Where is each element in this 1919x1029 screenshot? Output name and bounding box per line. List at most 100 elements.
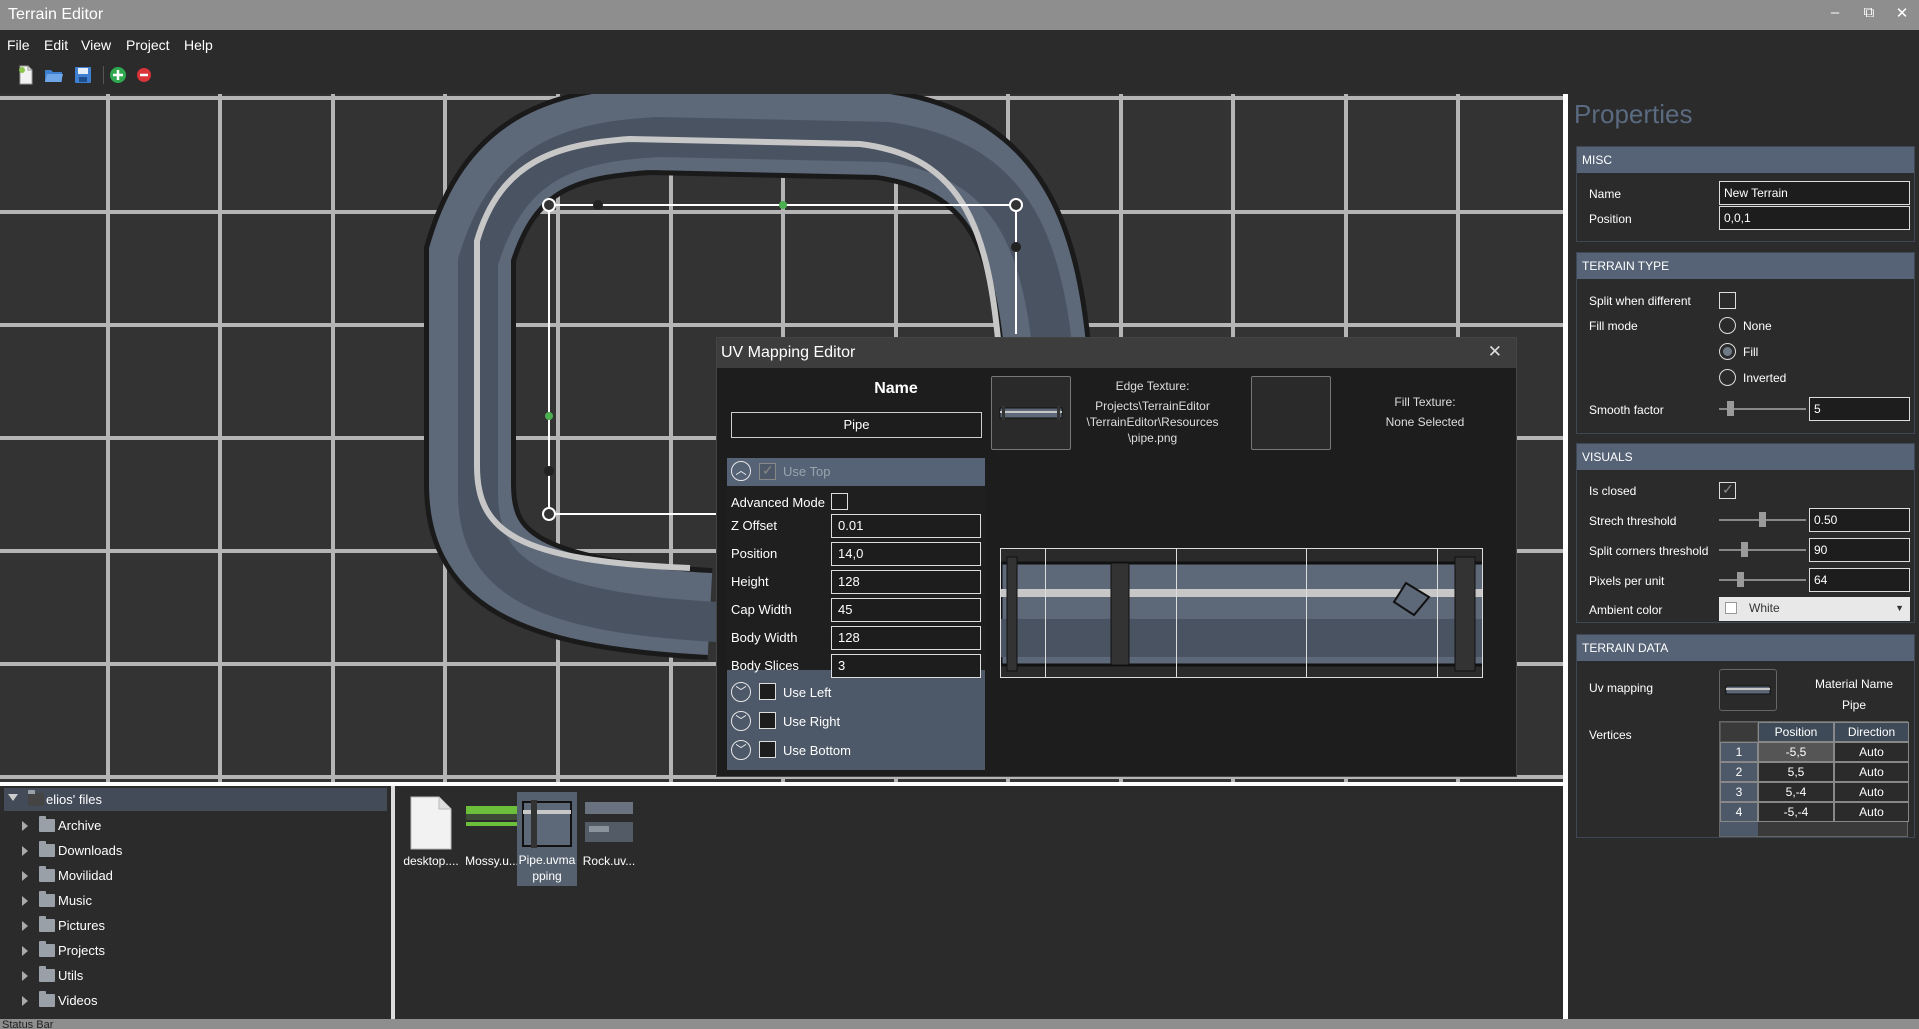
column-header-direction[interactable]: Direction [1834, 722, 1909, 742]
cap-width-input[interactable]: 45 [831, 598, 981, 622]
open-folder-icon[interactable] [44, 65, 64, 85]
use-left-checkbox[interactable] [759, 683, 776, 700]
split-corners-slider[interactable] [1719, 542, 1806, 557]
save-icon[interactable] [73, 65, 93, 85]
menu-edit[interactable]: Edit [44, 37, 68, 53]
split-when-different-checkbox[interactable] [1719, 292, 1736, 309]
row-header[interactable]: 3 [1720, 782, 1758, 802]
table-cell-position[interactable]: -5,5 [1758, 742, 1834, 762]
table-cell-direction[interactable]: Auto [1834, 782, 1909, 802]
file-item[interactable]: Rock.uv... [579, 792, 639, 882]
menu-help[interactable]: Help [184, 37, 213, 53]
table-cell-position[interactable]: 5,-4 [1758, 782, 1834, 802]
slider-knob[interactable] [1727, 401, 1734, 416]
strech-threshold-field[interactable]: 0.50 [1809, 508, 1910, 532]
menu-project[interactable]: Project [126, 37, 170, 53]
tree-item-projects[interactable]: Projects [22, 941, 322, 962]
minimize-button[interactable]: – [1823, 4, 1847, 21]
expand-arrow-icon[interactable] [22, 846, 28, 856]
split-corners-field[interactable]: 90 [1809, 538, 1910, 562]
file-item-selected[interactable]: Pipe.uvma pping [517, 792, 577, 886]
tree-item-music[interactable]: Music [22, 891, 322, 912]
pixels-per-unit-field[interactable]: 64 [1809, 568, 1910, 592]
fill-texture-preview[interactable] [1251, 376, 1331, 450]
table-cell-position[interactable]: -5,-4 [1758, 802, 1834, 822]
slider-knob[interactable] [1737, 572, 1744, 587]
add-icon[interactable] [108, 65, 128, 85]
expand-arrow-icon[interactable] [22, 921, 28, 931]
use-right-checkbox[interactable] [759, 712, 776, 729]
close-button[interactable]: ✕ [1890, 4, 1914, 22]
tree-item-pictures[interactable]: Pictures [22, 916, 322, 937]
strech-threshold-slider[interactable] [1719, 512, 1806, 527]
chevron-down-icon[interactable]: ﹀ [731, 711, 751, 731]
tree-item-movilidad[interactable]: Movilidad [22, 866, 322, 887]
slice-divider[interactable] [1176, 549, 1177, 677]
menu-view[interactable]: View [81, 37, 111, 53]
file-item[interactable]: desktop.... [401, 792, 461, 882]
use-top-checkbox[interactable] [759, 462, 776, 480]
table-cell-direction[interactable]: Auto [1834, 742, 1909, 762]
tree-item-archive[interactable]: Archive [22, 816, 322, 837]
fill-mode-inverted-radio[interactable] [1719, 369, 1736, 386]
dialog-close-icon[interactable]: ✕ [1488, 342, 1502, 362]
is-closed-checkbox[interactable] [1719, 481, 1736, 499]
maximize-button[interactable]: ⧉ [1857, 4, 1881, 21]
chevron-down-icon[interactable]: ﹀ [731, 682, 751, 702]
use-bottom-checkbox[interactable] [759, 741, 776, 758]
expanded-arrow-icon[interactable] [8, 794, 18, 801]
use-bottom-header[interactable]: ﹀ Use Bottom [727, 737, 985, 765]
fill-mode-none-radio[interactable] [1719, 317, 1736, 334]
slider-knob[interactable] [1741, 542, 1748, 557]
name-field[interactable]: New Terrain [1719, 181, 1910, 205]
use-right-header[interactable]: ﹀ Use Right [727, 708, 985, 736]
edge-texture-preview[interactable] [991, 376, 1071, 450]
misc-header[interactable]: MISC [1577, 147, 1914, 173]
expand-arrow-icon[interactable] [22, 871, 28, 881]
advanced-mode-checkbox[interactable] [831, 493, 848, 510]
slice-divider[interactable] [1437, 549, 1438, 677]
tree-item-downloads[interactable]: Downloads [22, 841, 322, 862]
expand-arrow-icon[interactable] [22, 896, 28, 906]
name-input[interactable]: Pipe [731, 412, 982, 438]
use-left-header[interactable]: ﹀ Use Left [727, 678, 985, 706]
table-cell-direction[interactable]: Auto [1834, 762, 1909, 782]
visuals-header[interactable]: VISUALS [1577, 444, 1914, 470]
terrain-type-header[interactable]: TERRAIN TYPE [1577, 253, 1914, 279]
expand-arrow-icon[interactable] [22, 996, 28, 1006]
expand-arrow-icon[interactable] [22, 946, 28, 956]
slice-divider[interactable] [1045, 549, 1046, 677]
tree-item-utils[interactable]: Utils [22, 966, 322, 987]
new-file-icon[interactable] [16, 65, 36, 85]
tree-item-videos[interactable]: Videos [22, 991, 322, 1012]
ambient-color-dropdown[interactable]: White ▼ [1719, 597, 1910, 621]
table-cell-direction[interactable]: Auto [1834, 802, 1909, 822]
use-top-header[interactable]: ︿ Use Top [727, 458, 985, 486]
tree-root[interactable]: elios' files [4, 788, 387, 811]
uv-texture-strip[interactable] [1000, 548, 1483, 678]
dialog-title-bar[interactable]: UV Mapping Editor ✕ [717, 338, 1516, 368]
body-width-input[interactable]: 128 [831, 626, 981, 650]
position-input[interactable]: 14,0 [831, 542, 981, 566]
row-header[interactable]: 2 [1720, 762, 1758, 782]
terrain-data-header[interactable]: TERRAIN DATA [1577, 635, 1914, 661]
z-offset-input[interactable]: 0.01 [831, 514, 981, 538]
column-header-position[interactable]: Position [1758, 722, 1834, 742]
body-slices-input[interactable]: 3 [831, 654, 981, 678]
smooth-factor-field[interactable]: 5 [1809, 397, 1910, 421]
fill-mode-fill-radio[interactable] [1719, 343, 1736, 360]
expand-arrow-icon[interactable] [22, 821, 28, 831]
position-field[interactable]: 0,0,1 [1719, 206, 1910, 230]
chevron-up-icon[interactable]: ︿ [731, 461, 751, 481]
uv-mapping-thumbnail[interactable] [1719, 669, 1777, 711]
smooth-factor-slider[interactable] [1719, 401, 1806, 416]
table-corner[interactable] [1720, 722, 1758, 742]
slider-knob[interactable] [1759, 512, 1766, 527]
vertices-table[interactable]: Position Direction 1 -5,5 Auto 2 5,5 Aut… [1719, 721, 1909, 837]
row-header[interactable]: 4 [1720, 802, 1758, 822]
pixels-per-unit-slider[interactable] [1719, 572, 1806, 587]
menu-file[interactable]: File [7, 37, 30, 53]
table-cell-position[interactable]: 5,5 [1758, 762, 1834, 782]
chevron-down-icon[interactable]: ﹀ [731, 740, 751, 760]
remove-icon[interactable] [134, 65, 154, 85]
